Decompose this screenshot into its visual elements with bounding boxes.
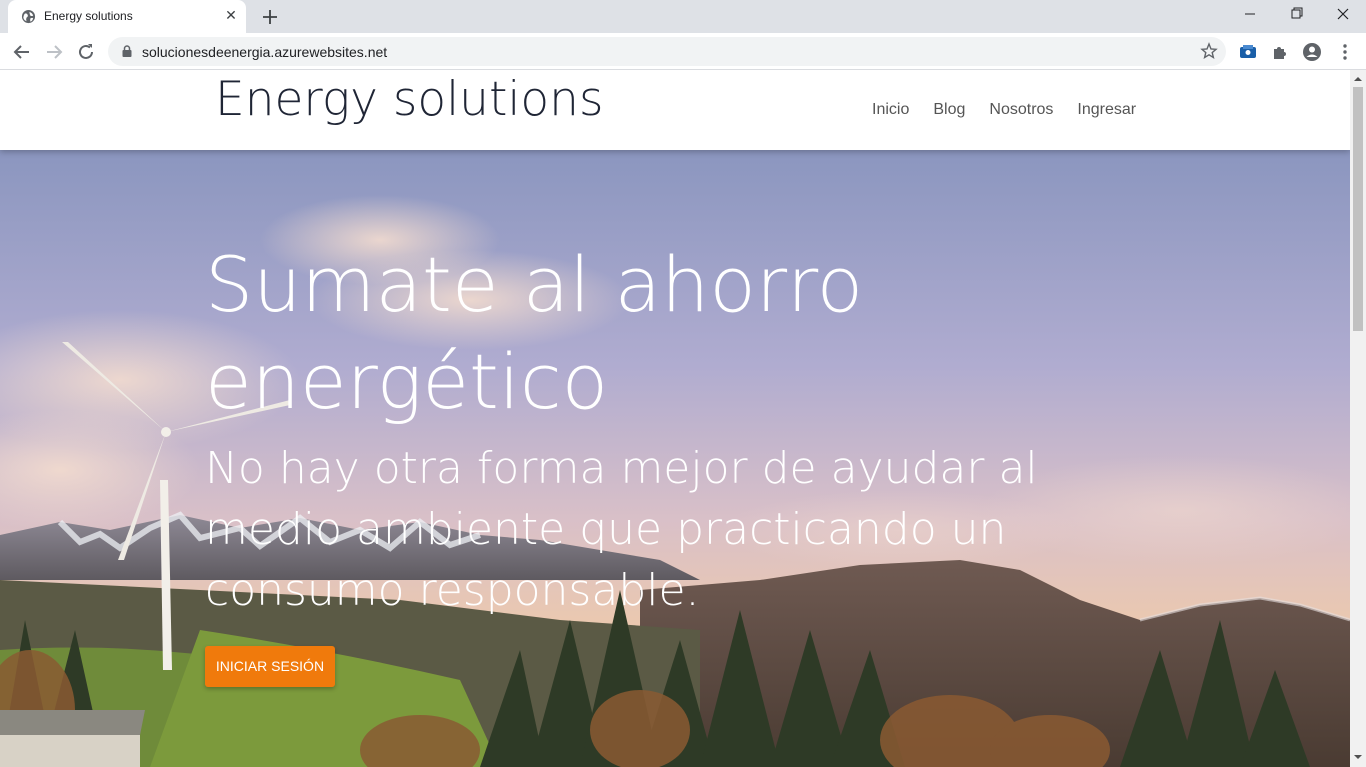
browser-tab[interactable]: Energy solutions ✕ [8,0,246,33]
lock-icon[interactable] [120,44,134,58]
reload-icon[interactable] [74,40,98,64]
browser-tabstrip: Energy solutions ✕ [0,0,1366,33]
hero-title: Sumate al ahorro energético [205,240,864,426]
puzzle-icon[interactable] [1269,41,1291,63]
bookmark-star-icon[interactable] [1200,42,1218,60]
login-button[interactable]: INICIAR SESIÓN [205,646,335,687]
forward-arrow-icon[interactable] [42,40,66,64]
address-bar[interactable]: solucionesdeenergia.azurewebsites.net [108,37,1226,66]
hero-subtitle: No hay otra forma mejor de ayudar al med… [205,443,1038,616]
page-scrollbar[interactable] [1350,70,1366,767]
nav-link-nosotros[interactable]: Nosotros [989,101,1053,119]
nav-link-inicio[interactable]: Inicio [872,101,909,119]
menu-kebab-icon[interactable] [1334,41,1356,63]
back-arrow-icon[interactable] [10,40,34,64]
close-window-icon[interactable] [1331,4,1355,24]
close-tab-icon[interactable]: ✕ [223,8,239,24]
site-header: Energy solutions Inicio Blog Nosotros In… [0,70,1350,150]
scroll-up-arrow-icon[interactable] [1354,75,1362,83]
globe-icon [21,9,36,24]
nav-link-blog[interactable]: Blog [933,101,965,119]
nav-link-ingresar[interactable]: Ingresar [1077,101,1136,119]
page-viewport: Energy solutions Inicio Blog Nosotros In… [0,70,1350,767]
minimize-icon[interactable] [1238,4,1262,24]
extension-icon[interactable] [1237,41,1259,63]
scroll-down-arrow-icon[interactable] [1354,753,1362,761]
restore-icon[interactable] [1285,4,1309,24]
tab-title: Energy solutions [44,9,133,23]
new-tab-icon[interactable] [259,6,281,28]
url-text[interactable]: solucionesdeenergia.azurewebsites.net [142,44,387,60]
profile-avatar-icon[interactable] [1301,41,1323,63]
scrollbar-thumb[interactable] [1353,87,1363,331]
browser-toolbar: solucionesdeenergia.azurewebsites.net [0,33,1366,70]
hero-section: Sumate al ahorro energético No hay otra … [0,150,1350,767]
site-brand[interactable]: Energy solutions [215,72,603,127]
main-nav: Inicio Blog Nosotros Ingresar [872,101,1136,119]
